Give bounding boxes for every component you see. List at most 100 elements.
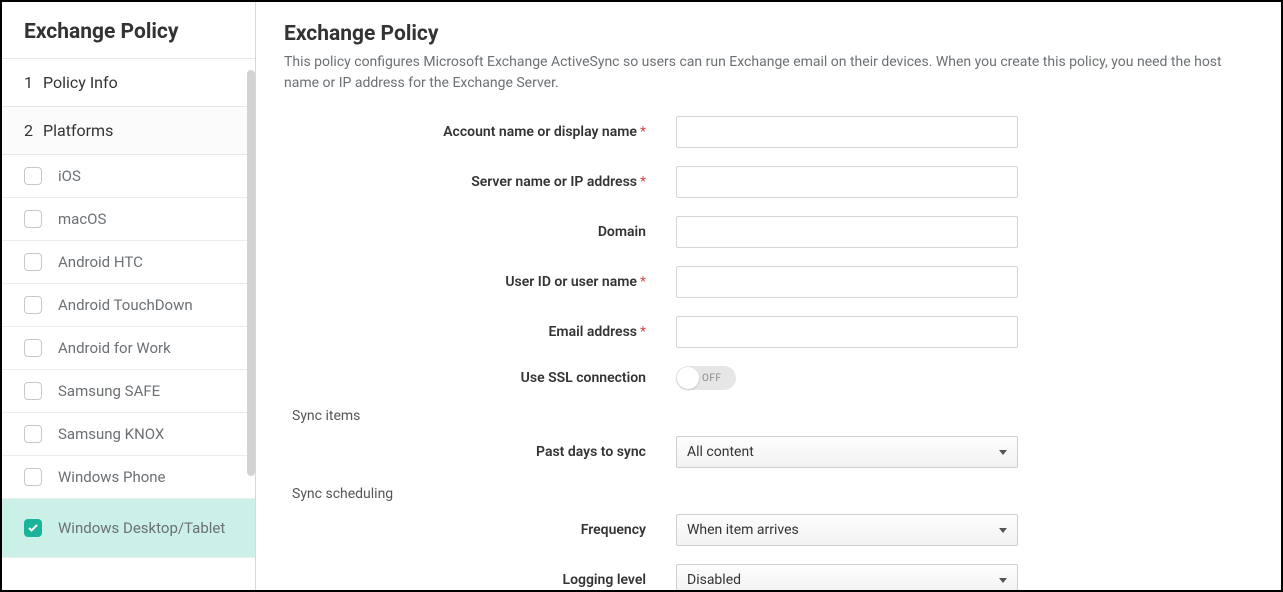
- form-row-frequency: Frequency When item arrives: [284, 514, 1253, 546]
- label-frequency: Frequency: [284, 522, 646, 538]
- label-logging: Logging level: [284, 572, 646, 588]
- step-item-platforms[interactable]: 2 Platforms: [2, 107, 255, 155]
- section-sync-items: Sync items: [292, 408, 1253, 424]
- platform-item-windows-desktop-tablet[interactable]: Windows Desktop/Tablet: [2, 499, 255, 558]
- platform-item-ios[interactable]: iOS: [2, 155, 255, 198]
- checkbox-icon[interactable]: [24, 296, 42, 314]
- select-value: All content: [687, 444, 754, 460]
- form-row-past-days: Past days to sync All content: [284, 436, 1253, 468]
- checkbox-icon[interactable]: [24, 382, 42, 400]
- chevron-down-icon: [999, 528, 1007, 533]
- chevron-down-icon: [999, 578, 1007, 583]
- platform-label: macOS: [58, 210, 106, 228]
- label-server-name: Server name or IP address*: [284, 174, 646, 190]
- control-ssl: OFF: [676, 366, 1018, 390]
- label-text: Server name or IP address: [471, 174, 637, 190]
- control-user-id: [676, 266, 1018, 298]
- required-mark: *: [640, 324, 646, 340]
- frequency-select[interactable]: When item arrives: [676, 514, 1018, 546]
- platform-item-android-htc[interactable]: Android HTC: [2, 241, 255, 284]
- required-mark: *: [640, 274, 646, 290]
- required-mark: *: [640, 174, 646, 190]
- step-label: Platforms: [43, 121, 113, 140]
- label-text: Domain: [598, 224, 646, 240]
- checkbox-icon[interactable]: [24, 253, 42, 271]
- label-account-name: Account name or display name*: [284, 124, 646, 140]
- control-domain: [676, 216, 1018, 248]
- platform-item-macos[interactable]: macOS: [2, 198, 255, 241]
- user-id-input[interactable]: [676, 266, 1018, 298]
- sidebar-title: Exchange Policy: [24, 20, 233, 44]
- platform-item-samsung-safe[interactable]: Samsung SAFE: [2, 370, 255, 413]
- platform-label: Android TouchDown: [58, 296, 193, 314]
- label-text: Account name or display name: [443, 124, 637, 140]
- form-row-server-name: Server name or IP address*: [284, 166, 1253, 198]
- form-row-email: Email address*: [284, 316, 1253, 348]
- form-row-domain: Domain: [284, 216, 1253, 248]
- step-item-policy-info[interactable]: 1 Policy Info: [2, 59, 255, 107]
- toggle-text: OFF: [702, 373, 721, 384]
- platform-item-samsung-knox[interactable]: Samsung KNOX: [2, 413, 255, 456]
- label-ssl: Use SSL connection: [284, 370, 646, 386]
- checkbox-icon[interactable]: [24, 519, 42, 537]
- step-number: 1: [24, 73, 33, 92]
- section-sync-scheduling: Sync scheduling: [292, 486, 1253, 502]
- server-name-input[interactable]: [676, 166, 1018, 198]
- toggle-knob: [677, 367, 699, 389]
- platform-label: iOS: [58, 167, 81, 185]
- label-text: User ID or user name: [505, 274, 637, 290]
- form-row-logging: Logging level Disabled: [284, 564, 1253, 590]
- sidebar-header: Exchange Policy: [2, 2, 255, 59]
- step-number: 2: [24, 121, 33, 140]
- email-input[interactable]: [676, 316, 1018, 348]
- checkbox-icon[interactable]: [24, 167, 42, 185]
- scrollbar-thumb[interactable]: [247, 70, 255, 476]
- ssl-toggle[interactable]: OFF: [676, 366, 736, 390]
- label-user-id: User ID or user name*: [284, 274, 646, 290]
- form-row-ssl: Use SSL connection OFF: [284, 366, 1253, 390]
- platform-label: Windows Desktop/Tablet: [58, 519, 225, 537]
- control-logging: Disabled: [676, 564, 1018, 590]
- required-mark: *: [640, 124, 646, 140]
- step-label: Policy Info: [43, 73, 118, 92]
- sidebar-list: 1 Policy Info 2 Platforms iOS macOS Andr…: [2, 59, 255, 590]
- page-description: This policy configures Microsoft Exchang…: [284, 52, 1253, 94]
- domain-input[interactable]: [676, 216, 1018, 248]
- exchange-form: Account name or display name* Server nam…: [284, 116, 1253, 590]
- checkbox-icon[interactable]: [24, 425, 42, 443]
- platform-item-windows-phone[interactable]: Windows Phone: [2, 456, 255, 499]
- control-email: [676, 316, 1018, 348]
- sidebar-scrollbar[interactable]: [247, 70, 255, 590]
- label-text: Use SSL connection: [521, 370, 646, 386]
- platform-item-android-for-work[interactable]: Android for Work: [2, 327, 255, 370]
- label-past-days: Past days to sync: [284, 444, 646, 460]
- page-title: Exchange Policy: [284, 22, 1253, 46]
- platform-item-android-touchdown[interactable]: Android TouchDown: [2, 284, 255, 327]
- sidebar: Exchange Policy 1 Policy Info 2 Platform…: [2, 2, 256, 590]
- checkbox-icon[interactable]: [24, 210, 42, 228]
- label-text: Logging level: [563, 572, 647, 588]
- platform-label: Android for Work: [58, 339, 171, 357]
- logging-select[interactable]: Disabled: [676, 564, 1018, 590]
- label-domain: Domain: [284, 224, 646, 240]
- form-row-user-id: User ID or user name*: [284, 266, 1253, 298]
- form-row-account-name: Account name or display name*: [284, 116, 1253, 148]
- label-text: Past days to sync: [536, 444, 646, 460]
- platform-label: Android HTC: [58, 253, 143, 271]
- control-frequency: When item arrives: [676, 514, 1018, 546]
- chevron-down-icon: [999, 450, 1007, 455]
- select-value: When item arrives: [687, 522, 799, 538]
- main-content: Exchange Policy This policy configures M…: [256, 2, 1281, 590]
- checkbox-icon[interactable]: [24, 468, 42, 486]
- control-account-name: [676, 116, 1018, 148]
- platform-label: Samsung KNOX: [58, 425, 164, 443]
- past-days-select[interactable]: All content: [676, 436, 1018, 468]
- checkbox-icon[interactable]: [24, 339, 42, 357]
- label-text: Email address: [549, 324, 637, 340]
- platform-label: Samsung SAFE: [58, 382, 160, 400]
- account-name-input[interactable]: [676, 116, 1018, 148]
- select-value: Disabled: [687, 572, 741, 588]
- label-text: Frequency: [581, 522, 646, 538]
- control-server-name: [676, 166, 1018, 198]
- label-email: Email address*: [284, 324, 646, 340]
